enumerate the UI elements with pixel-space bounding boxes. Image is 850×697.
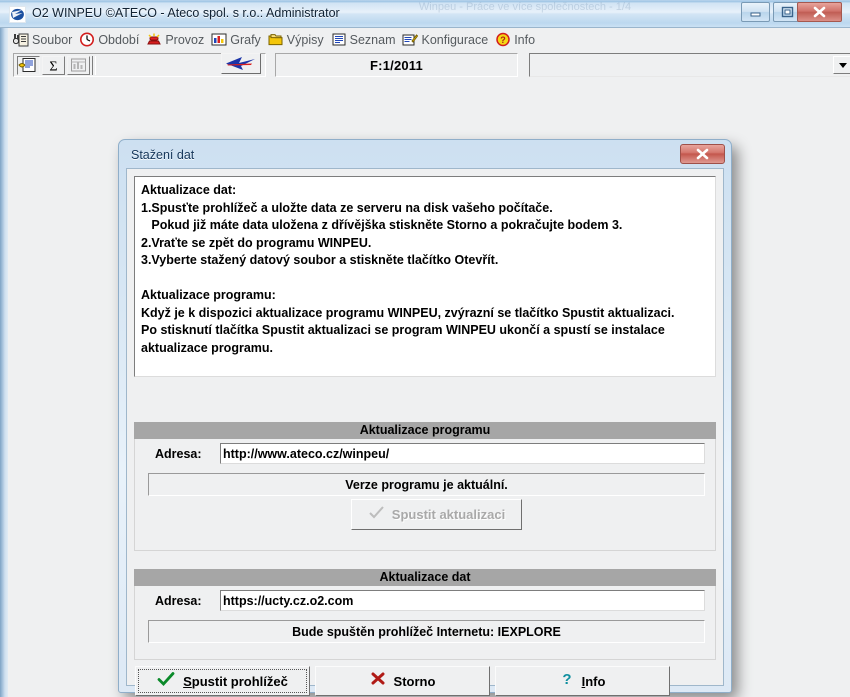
instructions-line: 1.Spusťte prohlížeč a uložte data ze ser… xyxy=(141,200,553,215)
instructions-line: Když je k dispozici aktualizace programu… xyxy=(141,305,675,320)
focus-ring xyxy=(138,669,307,693)
menu-item-label: Výpisy xyxy=(286,32,324,47)
info-label: Info xyxy=(581,673,606,689)
menu-item-label: Období xyxy=(98,32,140,47)
chevron-down-icon[interactable] xyxy=(833,56,850,74)
period-value: F:1/2011 xyxy=(370,57,423,73)
menu-item-info[interactable]: ? Info xyxy=(493,29,540,50)
data-address-input[interactable] xyxy=(220,590,705,611)
data-group-panel: Adresa: Bude spuštěn prohlížeč Internetu… xyxy=(134,586,716,660)
menubar: Soubor Období Provoz Grafy Výpisy Seznam… xyxy=(11,29,850,50)
blue-red-arrow-left-icon[interactable] xyxy=(221,53,261,74)
menu-item-konfigurace[interactable]: Konfigurace xyxy=(400,29,493,50)
bar-chart-icon xyxy=(211,32,227,47)
dialog-body: Aktualizace dat: 1.Spusťte prohlížeč a u… xyxy=(126,168,724,696)
instructions-line: Pokud již máte data uložena z dřívějška … xyxy=(141,218,623,232)
spustit-aktualizaci-button[interactable]: Spustit aktualizaci xyxy=(351,499,522,530)
app-logo-icon xyxy=(9,6,26,23)
program-status-text: Verze programu je aktuální. xyxy=(148,473,705,496)
stazeni-dat-dialog: Stažení dat Aktualizace dat: 1.Spusťte p… xyxy=(118,139,732,696)
settings-pen-icon xyxy=(402,32,419,47)
instructions-line xyxy=(141,270,709,288)
menu-item-soubor[interactable]: Soubor xyxy=(11,29,77,50)
toolbar: Σ F:1/2011 xyxy=(11,51,850,80)
period-field[interactable]: F:1/2011 xyxy=(275,53,518,77)
instructions-line: Po stisknutí tlačítka Spustit aktualizac… xyxy=(141,323,665,337)
company-combobox[interactable] xyxy=(529,53,850,77)
menu-item-grafy[interactable]: Grafy xyxy=(209,29,266,50)
info-button[interactable]: ? Info xyxy=(495,666,670,696)
svg-text:?: ? xyxy=(500,35,506,45)
spustit-aktualizaci-label: Spustit aktualizaci xyxy=(391,507,506,522)
question-ball-icon: ? xyxy=(495,32,511,47)
menu-item-label: Provoz xyxy=(165,32,205,47)
instructions-line: Aktualizace dat: xyxy=(141,183,237,197)
instructions-line: aktualizace programu. xyxy=(141,340,273,355)
teal-question-icon: ? xyxy=(560,671,574,692)
close-icon[interactable] xyxy=(797,2,842,22)
menu-item-label: Soubor xyxy=(32,32,73,47)
storno-label: Storno xyxy=(393,673,436,689)
svg-text:?: ? xyxy=(562,671,571,687)
menu-item-label: Info xyxy=(514,32,536,47)
toolbar-separator xyxy=(92,56,96,75)
clock-icon xyxy=(79,32,95,47)
menu-item-label: Grafy xyxy=(230,32,261,47)
spustit-prohlizec-button[interactable]: Spustit prohlížeč xyxy=(135,666,310,696)
info-label-rest: nfo xyxy=(585,673,606,689)
dialog-title: Stažení dat xyxy=(131,148,195,162)
binoculars-clipboard-icon xyxy=(12,32,29,47)
menu-item-obdobi[interactable]: Období xyxy=(77,29,144,50)
program-address-input[interactable] xyxy=(220,443,705,464)
check-mark-icon xyxy=(368,505,385,525)
red-x-icon xyxy=(370,671,386,691)
titlebar-ghost-text: Winpeu - Práce ve více společnostech - 1… xyxy=(418,1,632,13)
instructions-memo[interactable]: Aktualizace dat: 1.Spusťte prohlížeč a u… xyxy=(134,176,716,377)
minimize-icon[interactable] xyxy=(741,2,770,22)
menu-item-label: Seznam xyxy=(349,32,396,47)
window-title: O2 WINPEU ©ATECO - Ateco spol. s r.o.: A… xyxy=(32,6,340,20)
list-document-icon xyxy=(331,32,347,47)
folders-icon xyxy=(268,32,284,47)
instructions-line: Aktualizace programu: xyxy=(141,288,276,302)
menu-item-vypisy[interactable]: Výpisy xyxy=(266,29,329,50)
instructions-line: 3.Vyberte stažený datový soubor a stiskn… xyxy=(141,253,499,267)
application-window: Winpeu - Práce ve více společnostech - 1… xyxy=(0,0,850,697)
menu-item-provoz[interactable]: Provoz xyxy=(144,29,209,50)
table-chart-icon xyxy=(67,56,90,75)
window-titlebar[interactable]: Winpeu - Práce ve více společnostech - 1… xyxy=(0,0,850,28)
storno-button[interactable]: Storno xyxy=(315,666,490,696)
program-group-header: Aktualizace programu xyxy=(134,422,716,439)
dialog-close-icon[interactable] xyxy=(680,144,725,164)
data-group-header: Aktualizace dat xyxy=(134,569,716,586)
data-status-text: Bude spuštěn prohlížeč Internetu: IEXPLO… xyxy=(148,620,705,643)
program-address-label: Adresa: xyxy=(155,447,202,461)
data-address-label: Adresa: xyxy=(155,594,202,608)
menu-item-label: Konfigurace xyxy=(421,32,489,47)
program-group-panel: Adresa: Verze programu je aktuální. Spus… xyxy=(134,439,716,551)
report-icon[interactable] xyxy=(17,56,40,75)
instructions-line: 2.Vraťte se zpět do programu WINPEU. xyxy=(141,235,372,250)
sum-sigma-icon[interactable]: Σ xyxy=(42,56,65,75)
menu-item-seznam[interactable]: Seznam xyxy=(329,29,401,50)
telephone-icon xyxy=(146,32,162,47)
svg-text:Σ: Σ xyxy=(49,60,57,75)
